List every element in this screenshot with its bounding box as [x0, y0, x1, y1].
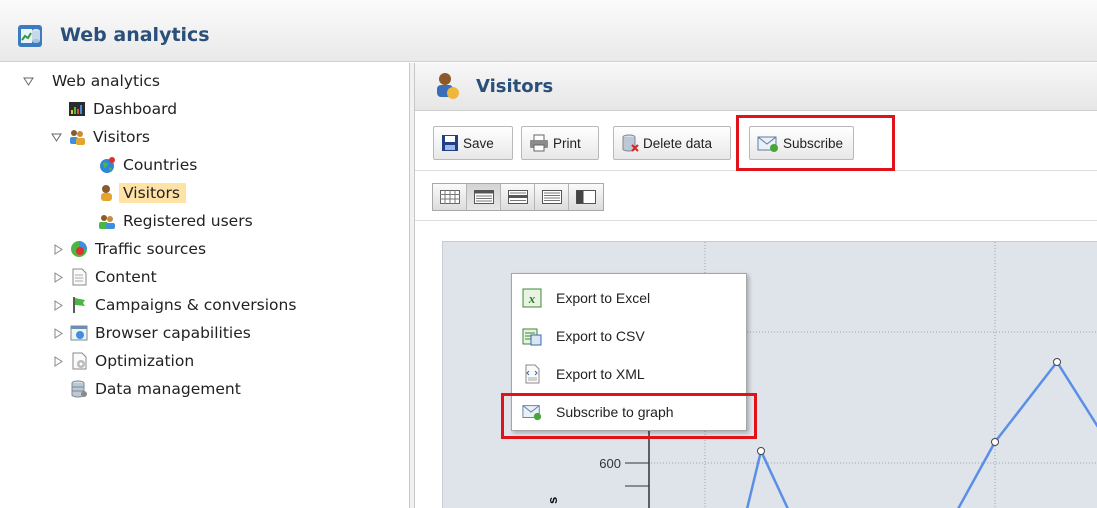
view-chart-button[interactable]: [569, 184, 603, 210]
sidebar-item-label: Countries: [123, 156, 198, 174]
sidebar-item-label: Data management: [95, 380, 241, 398]
sidebar-item-visitors-group[interactable]: Visitors: [50, 126, 150, 148]
data-point: [991, 438, 999, 446]
database-icon: [71, 380, 87, 398]
app-title: Web analytics: [60, 24, 210, 46]
data-point: [1053, 358, 1061, 366]
sidebar-item-label: Traffic sources: [95, 240, 207, 258]
sidebar-item-visitors[interactable]: Visitors: [98, 182, 186, 204]
view-list-button[interactable]: [467, 184, 501, 210]
collapsed-arrow-icon[interactable]: [52, 355, 64, 367]
sidebar-item-optimization[interactable]: Optimization: [52, 350, 194, 372]
grid-view-icon: [439, 190, 460, 204]
web-analytics-app-icon: [18, 25, 42, 47]
sidebar-item-label: Content: [95, 268, 157, 286]
app-header: Web analytics: [0, 0, 1097, 62]
view-grid-button[interactable]: [433, 184, 467, 210]
toolbar: Save Print Delete data Subscribe: [415, 111, 1097, 171]
sidebar-item-label: Browser capabilities: [95, 324, 251, 342]
table-view-icon: [507, 190, 528, 204]
visitors-page-icon: [437, 73, 459, 99]
sidebar-item-registered-users[interactable]: Registered users: [98, 210, 253, 232]
visitors-group-icon: [70, 130, 85, 145]
sidebar-item-countries[interactable]: Countries: [98, 154, 197, 176]
view-table-button[interactable]: [501, 184, 535, 210]
sidebar-item-label: Registered users: [123, 212, 253, 230]
save-label: Save: [463, 135, 494, 151]
y-tick-label: 600: [599, 456, 621, 471]
menu-item-export-excel[interactable]: x Export to Excel: [512, 280, 748, 316]
collapsed-arrow-icon[interactable]: [52, 299, 64, 311]
menu-item-label: Export to CSV: [556, 328, 645, 344]
sidebar-item-traffic-sources[interactable]: Traffic sources: [52, 238, 206, 260]
tree-root-web-analytics[interactable]: Web analytics: [22, 70, 160, 92]
sidebar-item-label: Optimization: [95, 352, 195, 370]
xml-icon: [525, 364, 540, 384]
delete-data-label: Delete data: [643, 135, 713, 151]
collapsed-arrow-icon[interactable]: [52, 327, 64, 339]
menu-item-label: Export to XML: [556, 366, 645, 382]
visitor-icon: [101, 185, 112, 201]
detail-view-icon: [541, 190, 562, 204]
sidebar-item-label: Visitors: [119, 183, 186, 203]
view-detail-button[interactable]: [535, 184, 569, 210]
chart-view-icon: [576, 190, 596, 204]
dashboard-icon: [69, 102, 85, 116]
collapsed-arrow-icon[interactable]: [52, 243, 64, 255]
tree-root-label: Web analytics: [52, 72, 161, 90]
subscribe-to-graph-highlight-box: [501, 393, 757, 439]
flag-icon: [73, 297, 85, 313]
data-point: [757, 447, 765, 455]
subscribe-highlight-box: [736, 115, 895, 171]
sidebar-item-label: Dashboard: [93, 100, 178, 118]
sidebar-item-data-management[interactable]: Data management: [70, 378, 241, 400]
globe-icon: [100, 157, 115, 173]
sidebar-item-label: Visitors: [93, 128, 150, 146]
page-icon: [72, 268, 87, 286]
print-label: Print: [553, 135, 581, 151]
list-view-icon: [473, 190, 494, 204]
collapsed-arrow-icon[interactable]: [52, 271, 64, 283]
view-mode-group: [432, 183, 604, 211]
sidebar-item-browser-capabilities[interactable]: Browser capabilities: [52, 322, 251, 344]
traffic-sources-icon: [71, 241, 87, 257]
menu-item-label: Export to Excel: [556, 290, 651, 306]
sidebar-item-content[interactable]: Content: [52, 266, 157, 288]
sidebar-item-label: Campaigns & conversions: [95, 296, 297, 314]
delete-data-icon: [622, 134, 639, 152]
sidebar-tree: Web analytics Dashboard Visitors Countri…: [0, 63, 409, 508]
print-button[interactable]: Print: [521, 126, 599, 160]
expanded-arrow-icon[interactable]: [22, 75, 34, 87]
main-header: Visitors: [415, 63, 1097, 111]
registered-users-icon: [99, 215, 115, 229]
menu-item-export-xml[interactable]: Export to XML: [512, 356, 748, 392]
browser-icon: [70, 325, 88, 341]
y-axis-label: s: [545, 497, 560, 504]
csv-icon: [522, 328, 542, 346]
excel-icon: x: [522, 288, 542, 308]
view-selector-bar: [415, 171, 1097, 221]
delete-data-button[interactable]: Delete data: [613, 126, 731, 160]
page-title: Visitors: [476, 76, 554, 97]
menu-item-export-csv[interactable]: Export to CSV: [512, 318, 748, 354]
sidebar-item-dashboard[interactable]: Dashboard: [68, 98, 177, 120]
print-icon: [530, 134, 548, 152]
optimization-icon: [72, 352, 87, 370]
sidebar-item-campaigns-conversions[interactable]: Campaigns & conversions: [52, 294, 296, 316]
svg-text:x: x: [528, 291, 536, 306]
save-icon: [442, 135, 458, 151]
save-button[interactable]: Save: [433, 126, 513, 160]
expanded-arrow-icon[interactable]: [50, 131, 62, 143]
